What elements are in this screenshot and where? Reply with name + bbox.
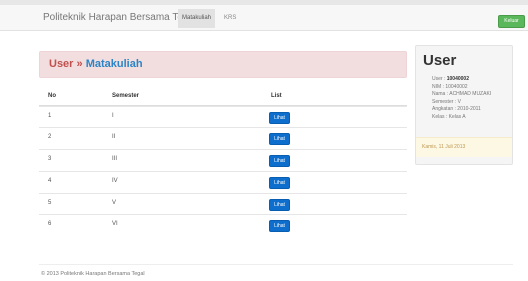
page-title-sub: Matakuliah — [85, 58, 143, 70]
user-kelas: Kelas : Kelas A — [432, 113, 466, 120]
table-row: 1 I Lihat — [39, 106, 407, 127]
row-no: 2 — [48, 134, 52, 140]
lihat-button[interactable]: Lihat — [269, 155, 290, 167]
row-no: 1 — [48, 113, 52, 119]
table-row: 5 V Lihat — [39, 193, 407, 214]
tab-matakuliah[interactable]: Matakuliah — [178, 9, 216, 28]
lihat-button[interactable]: Lihat — [269, 112, 290, 124]
row-semester: IV — [112, 178, 118, 184]
page-title-main: User — [49, 58, 74, 70]
row-no: 6 — [48, 221, 52, 227]
user-id-line: User : 10040002 — [432, 76, 491, 84]
lihat-button[interactable]: Lihat — [269, 199, 290, 211]
navbar: Politeknik Harapan Bersama Tegal Matakul… — [0, 5, 528, 31]
row-semester: VI — [112, 221, 118, 227]
user-info-card: User User : 10040002 NIM : 10040002 Nama… — [415, 45, 513, 165]
user-id-value: 10040002 — [446, 76, 469, 82]
current-date: Kamis, 11 Juli 2013 — [416, 137, 512, 157]
row-no: 4 — [48, 178, 52, 184]
tab-krs[interactable]: KRS — [220, 9, 240, 28]
column-header-list: List — [271, 93, 282, 99]
row-no: 5 — [48, 200, 52, 206]
page-title: User » Matakuliah — [49, 58, 143, 70]
table-row: 4 IV Lihat — [39, 171, 407, 192]
user-angkatan: Angkatan : 2010-2011 — [432, 106, 481, 112]
brand-title[interactable]: Politeknik Harapan Bersama Tegal — [43, 12, 196, 23]
column-header-no: No — [48, 93, 56, 99]
user-name: Nama : ACHMAD MUZAKI — [432, 91, 492, 97]
lihat-button[interactable]: Lihat — [269, 177, 290, 189]
row-semester: I — [112, 113, 114, 119]
footer-divider — [39, 264, 513, 265]
row-semester: III — [112, 156, 118, 162]
row-semester: II — [112, 134, 116, 140]
user-card-title: User — [423, 52, 457, 69]
table-row: 6 VI Lihat — [39, 214, 407, 235]
lihat-button[interactable]: Lihat — [269, 133, 290, 145]
page-title-separator: » — [76, 58, 83, 70]
footer-copyright: © 2013 Politeknik Harapan Bersama Tegal — [41, 271, 145, 277]
page-header: User » Matakuliah — [39, 51, 407, 78]
row-no: 3 — [48, 156, 52, 162]
user-semester: Semester : V — [432, 98, 461, 105]
user-nim: NIM : 10040002 — [432, 83, 468, 90]
table-row: 3 III Lihat — [39, 149, 407, 170]
user-id-label: User : — [432, 76, 446, 82]
table-header: No Semester List — [39, 87, 407, 106]
user-details: User : 10040002 NIM : 10040002 Nama : AC… — [432, 76, 491, 121]
row-semester: V — [112, 200, 117, 206]
table-row: 2 II Lihat — [39, 127, 407, 148]
lihat-button[interactable]: Lihat — [269, 220, 290, 232]
column-header-semester: Semester — [112, 93, 140, 99]
logout-button[interactable]: Keluar — [498, 15, 525, 28]
